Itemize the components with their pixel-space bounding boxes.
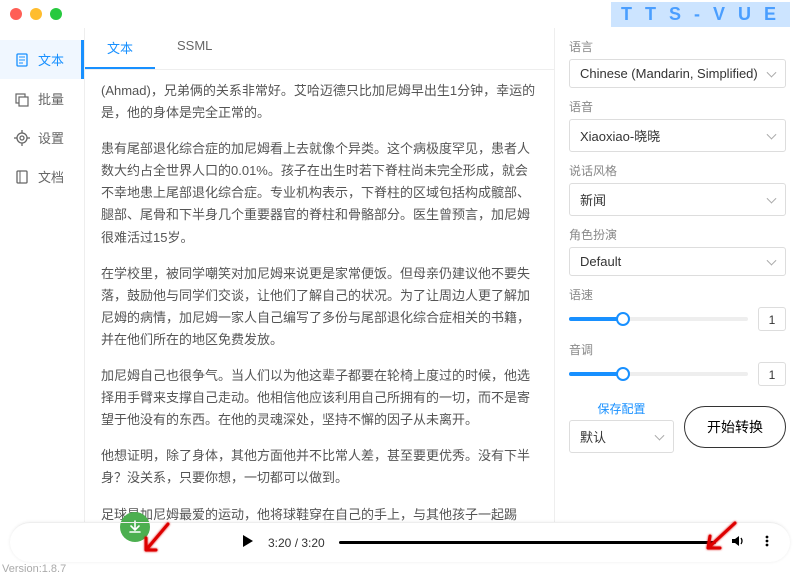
play-button[interactable]: [240, 534, 254, 551]
style-label: 说话风格: [569, 162, 786, 179]
pitch-label: 音调: [569, 341, 786, 358]
speed-label: 语速: [569, 286, 786, 303]
speed-slider[interactable]: [569, 317, 748, 321]
sidebar-item-settings[interactable]: 设置: [0, 118, 84, 157]
version-text: Version:1.8.7: [2, 563, 66, 575]
language-select[interactable]: Chinese (Mandarin, Simplified): [569, 59, 786, 88]
paragraph: (Ahmad)，兄弟俩的关系非常好。艾哈迈德只比加尼姆早出生1分钟，幸运的是，他…: [101, 80, 538, 124]
sidebar-item-label: 文档: [38, 167, 64, 186]
maximize-window[interactable]: [50, 8, 62, 20]
app-watermark: T T S - V U E: [611, 2, 790, 27]
gear-icon: [14, 130, 30, 146]
speed-value[interactable]: 1: [758, 307, 786, 331]
tab-ssml[interactable]: SSML: [155, 28, 234, 69]
book-icon: [14, 169, 30, 185]
sidebar-item-label: 文本: [38, 50, 64, 69]
text-editor[interactable]: (Ahmad)，兄弟俩的关系非常好。艾哈迈德只比加尼姆早出生1分钟，幸运的是，他…: [85, 70, 554, 522]
voice-select[interactable]: Xiaoxiao-晓晓: [569, 119, 786, 152]
volume-icon[interactable]: [730, 533, 746, 552]
paragraph: 他想证明，除了身体，其他方面他并不比常人差，甚至要更优秀。没有下半身？没关系，只…: [101, 445, 538, 489]
paragraph: 足球是加尼姆最爱的运动，他将球鞋穿在自己的手上，与其他孩子一起踢球。潜水、滑板、…: [101, 504, 538, 523]
pitch-value[interactable]: 1: [758, 362, 786, 386]
paragraph: 加尼姆自己也很争气。当人们以为他这辈子都要在轮椅上度过的时候，他选择用手臂来支撑…: [101, 365, 538, 431]
sidebar-item-label: 设置: [38, 128, 64, 147]
minimize-window[interactable]: [30, 8, 42, 20]
role-select[interactable]: Default: [569, 247, 786, 276]
style-select[interactable]: 新闻: [569, 183, 786, 216]
player-time: 3:20 / 3:20: [268, 536, 325, 550]
sidebar-item-label: 批量: [38, 89, 64, 108]
tab-text[interactable]: 文本: [85, 28, 155, 69]
more-icon[interactable]: [760, 534, 774, 551]
player-progress[interactable]: [339, 541, 716, 544]
paragraph: 患有尾部退化综合症的加尼姆看上去就像个异类。这个病极度罕见，患者人数大约占全世界…: [101, 138, 538, 248]
voice-label: 语音: [569, 98, 786, 115]
start-convert-button[interactable]: 开始转换: [684, 406, 786, 448]
stack-icon: [14, 91, 30, 107]
save-config-select[interactable]: 默认: [569, 420, 674, 453]
sidebar-item-batch[interactable]: 批量: [0, 79, 84, 118]
sidebar-item-text[interactable]: 文本: [0, 40, 84, 79]
close-window[interactable]: [10, 8, 22, 20]
pitch-slider[interactable]: [569, 372, 748, 376]
language-label: 语言: [569, 38, 786, 55]
save-config-label: 保存配置: [569, 400, 674, 417]
paragraph: 在学校里，被同学嘲笑对加尼姆来说更是家常便饭。但母亲仍建议他不要失落，鼓励他与同…: [101, 263, 538, 351]
document-icon: [14, 52, 30, 68]
sidebar-item-docs[interactable]: 文档: [0, 157, 84, 196]
role-label: 角色扮演: [569, 226, 786, 243]
